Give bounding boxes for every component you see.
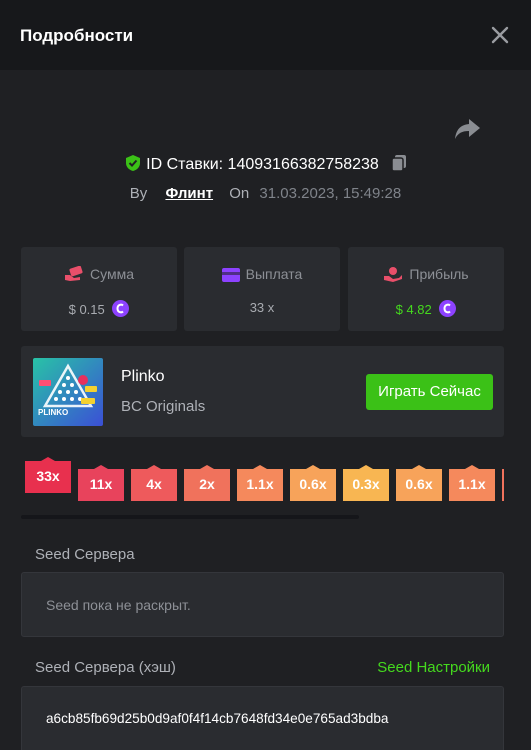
multiplier-label: 1.1x [246, 476, 274, 492]
shield-check-icon [124, 154, 142, 177]
bet-stats: Сумма $ 0.15 Выплата 33 x Прибыль $ 4.82 [21, 247, 504, 331]
multiplier-label: 4x [146, 476, 162, 492]
multiplier-chip: 2x [184, 465, 230, 501]
money-hand-icon [64, 265, 84, 285]
multiplier-chip: 0.6x [290, 465, 336, 501]
user-link[interactable]: Флинт [165, 185, 213, 202]
bet-author-row: By Флинт On 31.03.2023, 15:49:28 [0, 185, 531, 202]
play-now-button[interactable]: Играть Сейчас [366, 374, 493, 410]
on-label: On [229, 185, 250, 202]
multiplier-chip: 1.1x [449, 465, 495, 501]
multiplier-label: 0.6x [299, 476, 327, 492]
multiplier-label: 2x [199, 476, 215, 492]
server-seed-placeholder: Seed пока не раскрыт. [46, 597, 191, 613]
close-icon[interactable] [491, 26, 509, 44]
stat-amount-value: $ 0.15 [68, 302, 105, 317]
server-seed-field[interactable]: Seed пока не раскрыт. [21, 572, 504, 637]
multiplier-chip: 33x [25, 457, 71, 493]
server-seed-hash-value: a6cb85fb69d25b0d9af0f4f14cb7648fd34e0e76… [46, 711, 389, 726]
multiplier-label: 11x [89, 476, 113, 492]
bet-id-text: ID Ставки: 14093166382758238 [146, 156, 379, 173]
multiplier-label: 1.1x [458, 476, 486, 492]
server-seed-hash-label: Seed Сервера (хэш) [35, 659, 176, 676]
multiplier-label: 0.3x [352, 476, 380, 492]
multiplier-chip: 0.3x [343, 465, 389, 501]
multiplier-strip[interactable]: 33x 11x 4x 2x 1.1x 0.6x 0.3x 0.6x 1.1x 2x [21, 455, 504, 510]
profit-icon [383, 266, 403, 285]
multiplier-label: 33x [36, 468, 60, 484]
stat-payout-value: 33 x [249, 300, 275, 315]
server-seed-hash-field[interactable]: a6cb85fb69d25b0d9af0f4f14cb7648fd34e0e76… [21, 686, 504, 750]
multiplier-chip: 11x [78, 465, 124, 501]
game-provider: BC Originals [121, 398, 206, 415]
stat-payout-label: Выплата [245, 266, 303, 282]
game-name: Plinko [121, 368, 165, 385]
modal-title: Подробности [20, 26, 134, 45]
stat-payout: Выплата 33 x [184, 247, 340, 331]
share-icon[interactable] [455, 118, 481, 140]
modal-header: Подробности [0, 0, 531, 70]
bet-id-row: ID Ставки: 14093166382758238 [0, 154, 531, 177]
game-thumbnail[interactable]: PLINKO [33, 358, 103, 426]
multiplier-chip: 0.6x [396, 465, 442, 501]
seed-settings-link[interactable]: Seed Настройки [377, 659, 490, 676]
multiplier-chip: 4x [131, 465, 177, 501]
copy-icon[interactable] [391, 154, 407, 177]
game-card: PLINKO Plinko BC Originals Играть Сейчас [21, 346, 504, 437]
stat-profit-label: Прибыль [409, 266, 469, 282]
bet-date: 31.03.2023, 15:49:28 [259, 185, 402, 202]
stat-profit: Прибыль $ 4.82 [348, 247, 504, 331]
thumb-text: PLINKO [38, 408, 69, 417]
multiplier-chip: 1.1x [237, 465, 283, 501]
card-icon [221, 268, 240, 285]
server-seed-label: Seed Сервера [35, 546, 135, 563]
currency-icon [439, 300, 457, 320]
multiplier-chip: 2x [502, 465, 504, 501]
multiplier-label: 0.6x [405, 476, 433, 492]
stat-amount: Сумма $ 0.15 [21, 247, 177, 331]
stat-profit-value: $ 4.82 [395, 302, 432, 317]
stat-amount-label: Сумма [90, 266, 134, 282]
horizontal-scrollbar[interactable] [21, 515, 359, 519]
by-label: By [129, 185, 148, 202]
currency-icon [112, 300, 130, 320]
